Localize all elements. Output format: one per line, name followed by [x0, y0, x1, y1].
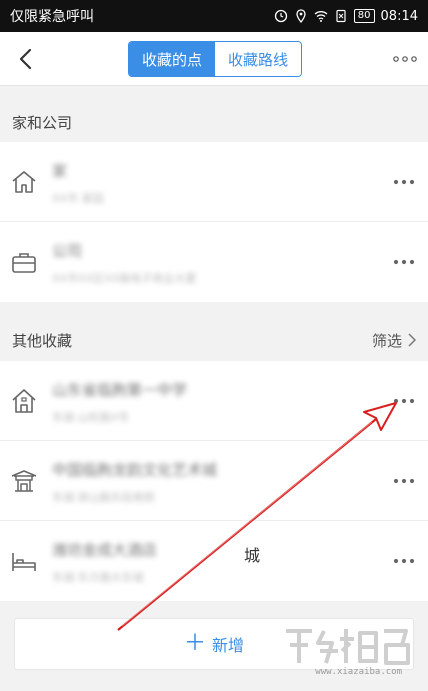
home-company-list: 家 XX市 家园 公司 XX市XX区XX路电子商业大厦: [0, 142, 428, 302]
favorites-tab-switch: 收藏的点 收藏路线: [128, 41, 302, 77]
tab-favorite-points[interactable]: 收藏的点: [129, 42, 215, 76]
add-button-label: 新增: [212, 636, 245, 655]
item-address: XX市XX区XX路电子商业大厦: [52, 272, 197, 285]
list-item-home[interactable]: 家 XX市 家园: [0, 142, 428, 222]
item-name: 中国临朐龙韵文化艺术城: [52, 461, 218, 479]
pavilion-icon: [11, 470, 37, 492]
plus-icon: ＋: [183, 631, 206, 656]
clock-text: 08:14: [380, 8, 418, 24]
section-title-home-company: 家和公司: [0, 102, 428, 142]
sim-icon: [336, 9, 346, 23]
more-options-button[interactable]: [392, 46, 418, 72]
location-icon: [296, 9, 306, 23]
item-more-button[interactable]: [392, 172, 416, 192]
more-dots-icon: [393, 179, 415, 185]
filter-button[interactable]: 筛选: [372, 330, 416, 351]
section-title-text: 其他收藏: [12, 331, 73, 350]
item-name: 山东省临朐第一中学: [52, 381, 188, 399]
item-more-button[interactable]: [392, 391, 416, 411]
item-more-button[interactable]: [392, 471, 416, 491]
list-item-favorite[interactable]: 中国临朐龙韵文化艺术城 东城·骈山路东段南侧 城: [0, 441, 428, 565]
chevron-left-icon: [19, 48, 32, 70]
house-icon: [12, 389, 36, 413]
more-dots-icon: [393, 259, 415, 265]
item-more-button[interactable]: [392, 551, 416, 571]
item-address: XX市 家园: [52, 192, 104, 205]
top-bar: 收藏的点 收藏路线: [0, 32, 428, 86]
carrier-text: 仅限紧急呼叫: [10, 9, 94, 25]
more-dots-icon: [393, 398, 415, 404]
add-favorite-button[interactable]: ＋ 新增: [14, 618, 414, 670]
more-dots-icon: [393, 478, 415, 484]
chevron-right-icon: [408, 333, 416, 347]
item-more-button[interactable]: [392, 252, 416, 272]
list-item-company[interactable]: 公司 XX市XX区XX路电子商业大厦: [0, 222, 428, 302]
list-item-favorite[interactable]: 山东省临朐第一中学 东城·山旺路X号: [0, 361, 428, 441]
tab-favorite-routes[interactable]: 收藏路线: [215, 42, 301, 76]
back-button[interactable]: [10, 42, 40, 76]
item-address: 东城·东方路大东城: [52, 571, 144, 584]
bed-icon: [12, 553, 36, 571]
item-name: 公司: [52, 242, 83, 260]
item-address: 东城·骈山路东段南侧: [52, 491, 155, 504]
item-address: 东城·山旺路X号: [52, 411, 130, 424]
filter-label: 筛选: [371, 331, 402, 350]
home-icon: [12, 171, 36, 193]
item-name: 潍坊金成大酒店: [52, 541, 158, 559]
briefcase-icon: [12, 253, 36, 273]
item-name: 家: [52, 162, 68, 180]
more-dots-icon: [393, 558, 415, 564]
other-favorites-list: 山东省临朐第一中学 东城·山旺路X号 中国临朐龙韵文化艺术城 东城·骈山路东段南…: [0, 361, 428, 601]
alarm-icon: [274, 9, 287, 23]
battery-indicator: 80: [353, 9, 375, 23]
wifi-icon: [314, 11, 328, 22]
section-title-other: 其他收藏 筛选: [0, 320, 428, 360]
list-item-favorite[interactable]: 潍坊金成大酒店 东城·东方路大东城: [0, 521, 428, 601]
more-dots-icon: [393, 56, 417, 62]
status-bar: 仅限紧急呼叫 80 08:14: [0, 0, 428, 32]
